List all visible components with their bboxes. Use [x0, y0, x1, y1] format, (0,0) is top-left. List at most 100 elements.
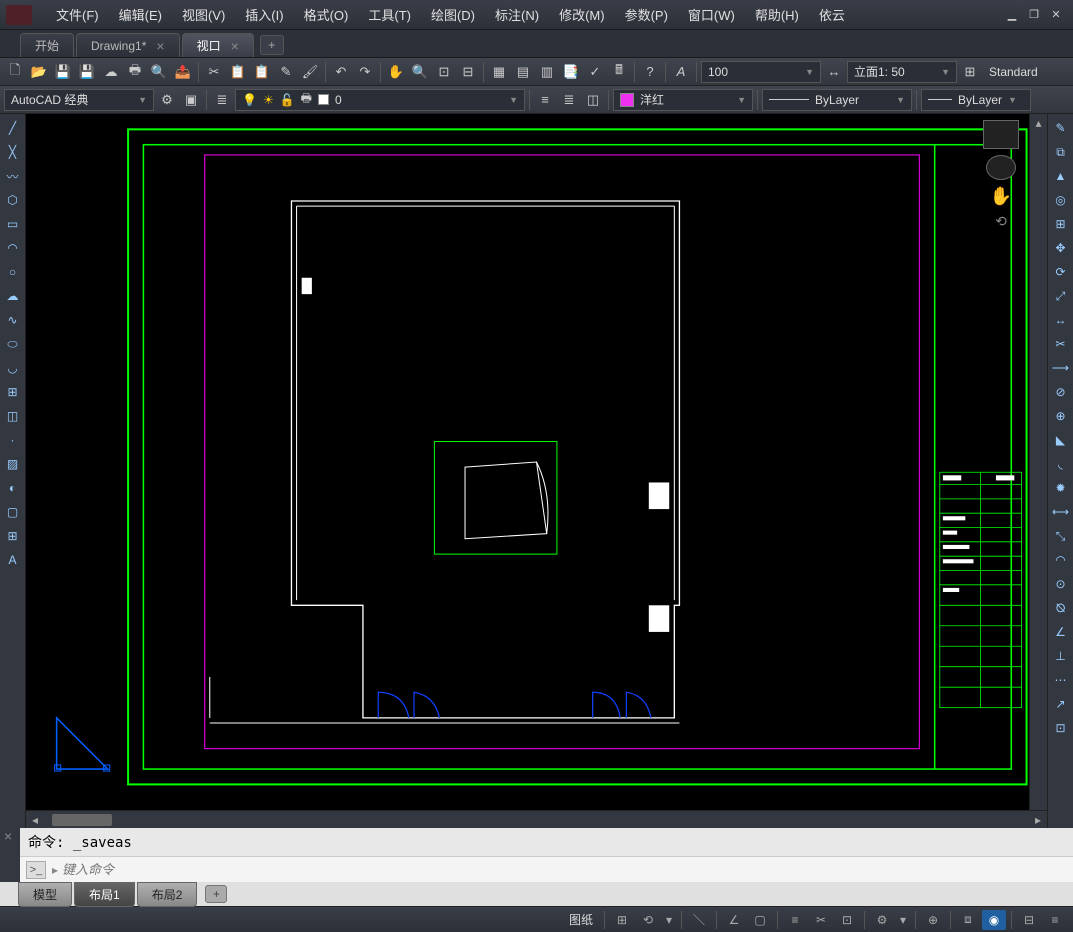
add-tab-button[interactable]: +	[260, 35, 284, 55]
line-icon[interactable]: ╱	[3, 118, 23, 138]
array-icon[interactable]: ⊞	[1051, 214, 1071, 234]
close-icon[interactable]: ✕	[1045, 6, 1067, 24]
tolerance-icon[interactable]: ⊡	[1051, 718, 1071, 738]
file-tab-start[interactable]: 开始	[20, 33, 74, 57]
gradient-icon[interactable]: ◐	[3, 478, 23, 498]
match-icon[interactable]: ✎	[275, 61, 297, 83]
xline-icon[interactable]: ╳	[3, 142, 23, 162]
menu-yiyun[interactable]: 依云	[809, 1, 855, 28]
file-tab-drawing1[interactable]: Drawing1*×	[76, 33, 180, 57]
scale-selector[interactable]: 100▼	[701, 61, 821, 83]
workspace-selector[interactable]: AutoCAD 经典▼	[4, 89, 154, 111]
clean-toggle[interactable]: ⊟	[1017, 910, 1041, 930]
command-input[interactable]	[62, 862, 1067, 877]
drawing-canvas[interactable]: ✋ ⟲ ▴	[26, 114, 1047, 810]
copy-icon[interactable]: 📋	[227, 61, 249, 83]
orbit-icon[interactable]: ⟲	[995, 213, 1007, 230]
menu-param[interactable]: 参数(P)	[615, 1, 678, 28]
view-cube[interactable]: ✋ ⟲	[979, 120, 1023, 230]
layer-mgr-icon[interactable]: ≣	[211, 89, 233, 111]
insert-icon[interactable]: ⊞	[3, 382, 23, 402]
dim-linear-icon[interactable]: ⟷	[1051, 502, 1071, 522]
saveas-icon[interactable]: 💾	[76, 61, 98, 83]
sheet-icon[interactable]: 📑	[560, 61, 582, 83]
menu-tools[interactable]: 工具(T)	[358, 1, 421, 28]
offset-icon[interactable]: ◎	[1051, 190, 1071, 210]
hatch-icon[interactable]: ▨	[3, 454, 23, 474]
undo-icon[interactable]: ↶	[330, 61, 352, 83]
ellipse-icon[interactable]: ⬭	[3, 334, 23, 354]
menu-format[interactable]: 格式(O)	[294, 1, 359, 28]
open-icon[interactable]: 📂	[28, 61, 50, 83]
paper-label[interactable]: 图纸	[563, 911, 599, 928]
region-icon[interactable]: ▢	[3, 502, 23, 522]
dc-icon[interactable]: ▤	[512, 61, 534, 83]
calc-icon[interactable]: 🖩	[608, 61, 630, 83]
cloud-icon[interactable]: ☁	[100, 61, 122, 83]
publish-icon[interactable]: 📤	[172, 61, 194, 83]
layer-state-icon[interactable]: ≣	[558, 89, 580, 111]
layer-prev-icon[interactable]: ≡	[534, 89, 556, 111]
layout-tab-model[interactable]: 模型	[18, 882, 72, 907]
fillet-icon[interactable]: ◟	[1051, 454, 1071, 474]
pan-icon[interactable]: ✋	[385, 61, 407, 83]
dim-rad-icon[interactable]: ⊙	[1051, 574, 1071, 594]
pan-hand-icon[interactable]: ✋	[990, 186, 1012, 207]
print-icon[interactable]: 🖶	[124, 61, 146, 83]
horizontal-scrollbar[interactable]: ◂ ▸	[26, 810, 1047, 828]
mirror-icon[interactable]: ▲	[1051, 166, 1071, 186]
menu-file[interactable]: 文件(F)	[46, 1, 109, 28]
copy-obj-icon[interactable]: ⧉	[1051, 142, 1071, 162]
layer-selector[interactable]: 💡 ☀ 🔓 🖶 0▼	[235, 89, 525, 111]
menu-help[interactable]: 帮助(H)	[745, 1, 809, 28]
color-selector[interactable]: 洋红▼	[613, 89, 753, 111]
ws-gear-icon[interactable]: ⚙	[156, 89, 178, 111]
trim-icon[interactable]: ✂	[1051, 334, 1071, 354]
leader-icon[interactable]: ↗	[1051, 694, 1071, 714]
nav-wheel-icon[interactable]	[986, 155, 1016, 180]
paste-icon[interactable]: 📋	[251, 61, 273, 83]
layer-iso-icon[interactable]: ◫	[582, 89, 604, 111]
close-tab-icon[interactable]: ×	[231, 38, 239, 54]
explode-icon[interactable]: ✹	[1051, 478, 1071, 498]
tool-pal-icon[interactable]: ▥	[536, 61, 558, 83]
dim-ord-icon[interactable]: ⊥	[1051, 646, 1071, 666]
pline-icon[interactable]: 〰	[3, 166, 23, 186]
preview-icon[interactable]: 🔍	[148, 61, 170, 83]
dim-arc-icon[interactable]: ◠	[1051, 550, 1071, 570]
brush-icon[interactable]: 🖌	[299, 61, 321, 83]
layout-tab-layout2[interactable]: 布局2	[137, 882, 198, 907]
zoom-win-icon[interactable]: ⊡	[433, 61, 455, 83]
table-draw-icon[interactable]: ⊞	[3, 526, 23, 546]
menu-window[interactable]: 窗口(W)	[678, 1, 745, 28]
snap-dd[interactable]: ▾	[662, 910, 676, 930]
table-icon[interactable]: ⊞	[959, 61, 981, 83]
move-icon[interactable]: ✥	[1051, 238, 1071, 258]
gear-toggle[interactable]: ⚙	[870, 910, 894, 930]
dim-align-icon[interactable]: ⤡	[1051, 526, 1071, 546]
menu-modify[interactable]: 修改(M)	[549, 1, 615, 28]
ortho-toggle[interactable]: ＼	[687, 910, 711, 930]
chamfer-icon[interactable]: ◣	[1051, 430, 1071, 450]
mtext-icon[interactable]: A	[3, 550, 23, 570]
lwt-toggle[interactable]: ≡	[783, 910, 807, 930]
add-layout-button[interactable]: +	[205, 885, 227, 903]
dim-cont-icon[interactable]: ⋯	[1051, 670, 1071, 690]
view-selector[interactable]: 立面1: 50▼	[847, 61, 957, 83]
max-toggle[interactable]: ⊕	[921, 910, 945, 930]
ellipsearc-icon[interactable]: ◡	[3, 358, 23, 378]
cmd-prompt-icon[interactable]: >_	[26, 861, 46, 879]
break-icon[interactable]: ⊘	[1051, 382, 1071, 402]
file-tab-viewport[interactable]: 视口×	[182, 33, 254, 57]
custom-toggle[interactable]: ≡	[1043, 910, 1067, 930]
ws-save-icon[interactable]: ▣	[180, 89, 202, 111]
snap-toggle[interactable]: ⟲	[636, 910, 660, 930]
menu-view[interactable]: 视图(V)	[172, 1, 235, 28]
block-icon[interactable]: ◫	[3, 406, 23, 426]
rotate-icon[interactable]: ⟳	[1051, 262, 1071, 282]
qs-toggle[interactable]: ⊡	[835, 910, 859, 930]
restore-icon[interactable]: ❐	[1023, 6, 1045, 24]
dim-dia-icon[interactable]: ⦰	[1051, 598, 1071, 618]
hw-toggle[interactable]: ◉	[982, 910, 1006, 930]
stretch-icon[interactable]: ↔	[1051, 310, 1071, 330]
